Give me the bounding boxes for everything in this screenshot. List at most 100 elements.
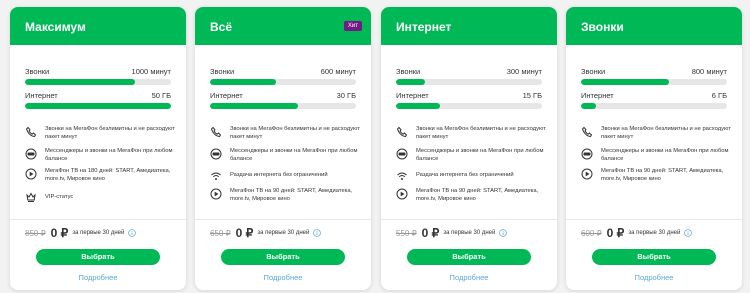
old-price: 550 ₽ — [396, 228, 417, 238]
choose-button[interactable]: Выбрать — [36, 249, 160, 265]
card-title: Максимум — [25, 20, 86, 34]
info-icon[interactable] — [499, 229, 508, 237]
internet-bar — [210, 103, 356, 109]
divider — [195, 219, 371, 220]
minutes-bar-fill — [210, 79, 276, 85]
internet-bar — [581, 103, 727, 109]
feature-item: МегаФон ТВ на 180 дней: START, Амедиатек… — [25, 167, 176, 183]
minutes-meter: Звонки 300 минут — [396, 67, 542, 85]
new-price: 0 ₽ — [235, 226, 254, 240]
price-period: за первые 30 дней — [443, 230, 496, 236]
play-icon — [581, 168, 593, 180]
internet-label: Интернет — [396, 91, 429, 100]
price-block: 600 ₽ 0 ₽ за первые 30 дней — [581, 226, 693, 240]
internet-value: 15 ГБ — [522, 91, 542, 100]
minutes-label: Звонки — [25, 67, 50, 76]
chat-icon — [210, 148, 222, 160]
card-header: Всё Хит — [195, 7, 371, 45]
minutes-meter: Звонки 1000 минут — [25, 67, 171, 85]
info-icon[interactable] — [684, 229, 693, 237]
minutes-value: 800 минут — [691, 67, 727, 76]
details-link[interactable]: Подробнее — [381, 273, 557, 282]
phone-icon — [396, 126, 408, 138]
internet-bar-fill — [581, 103, 596, 109]
tariff-card-all: Всё Хит Звонки 600 минут Интернет 30 ГБ Зв… — [195, 7, 371, 290]
details-link[interactable]: Подробнее — [195, 273, 371, 282]
wifi-icon — [397, 172, 407, 180]
feature-item: Раздача интернета без ограничений — [396, 169, 547, 182]
chat-icon — [396, 148, 408, 160]
feature-item: Мессенджеры и звонки на МегаФон при любо… — [210, 147, 361, 163]
feature-item: Звонки на МегаФон безлимитны и не расход… — [581, 125, 732, 141]
minutes-label: Звонки — [581, 67, 606, 76]
feature-item: МегаФон ТВ на 90 дней: START, Амедиатека… — [396, 187, 547, 203]
internet-meter: Интернет 15 ГБ — [396, 91, 542, 109]
minutes-bar — [25, 79, 171, 85]
play-icon — [25, 168, 37, 180]
feature-item: Раздача интернета без ограничений — [210, 169, 361, 182]
info-icon[interactable] — [313, 229, 322, 237]
minutes-value: 1000 минут — [131, 67, 171, 76]
internet-meter: Интернет 50 ГБ — [25, 91, 171, 109]
feature-item: Звонки на МегаФон безлимитны и не расход… — [210, 125, 361, 141]
crown-icon — [26, 192, 36, 202]
feature-item: Звонки на МегаФон безлимитны и не расход… — [396, 125, 547, 141]
choose-button[interactable]: Выбрать — [407, 249, 531, 265]
internet-label: Интернет — [210, 91, 243, 100]
internet-bar-fill — [25, 103, 171, 109]
internet-bar — [25, 103, 171, 109]
new-price: 0 ₽ — [50, 226, 69, 240]
feature-item: Звонки на МегаФон безлимитны и не расход… — [25, 125, 176, 141]
wifi-icon — [211, 172, 221, 180]
play-icon — [396, 188, 408, 200]
minutes-bar — [581, 79, 727, 85]
price-period: за первые 30 дней — [628, 230, 681, 236]
tariff-card-maximum: Максимум Звонки 1000 минут Интернет 50 ГБ … — [10, 7, 186, 290]
internet-bar — [396, 103, 542, 109]
minutes-value: 600 минут — [320, 67, 356, 76]
feature-item: МегаФон ТВ на 90 дней: START, Амедиатека… — [210, 187, 361, 203]
internet-value: 6 ГБ — [711, 91, 727, 100]
card-title: Звонки — [581, 20, 624, 34]
feature-item: VIP-статус — [25, 190, 176, 203]
choose-button[interactable]: Выбрать — [592, 249, 716, 265]
internet-label: Интернет — [25, 91, 58, 100]
feature-item: Мессенджеры и звонки на МегаФон при любо… — [581, 147, 732, 163]
internet-value: 30 ГБ — [336, 91, 356, 100]
old-price: 850 ₽ — [25, 228, 46, 238]
chat-icon — [581, 148, 593, 160]
price-block: 550 ₽ 0 ₽ за первые 30 дней — [396, 226, 508, 240]
details-link[interactable]: Подробнее — [566, 273, 742, 282]
card-title: Всё — [210, 20, 233, 34]
card-header: Интернет — [381, 7, 557, 45]
price-block: 850 ₽ 0 ₽ за первые 30 дней — [25, 226, 137, 240]
internet-meter: Интернет 6 ГБ — [581, 91, 727, 109]
phone-icon — [210, 126, 222, 138]
old-price: 650 ₽ — [210, 228, 231, 238]
minutes-bar — [396, 79, 542, 85]
phone-icon — [25, 126, 37, 138]
card-title: Интернет — [396, 20, 452, 34]
internet-meter: Интернет 30 ГБ — [210, 91, 356, 109]
details-link[interactable]: Подробнее — [10, 273, 186, 282]
new-price: 0 ₽ — [421, 226, 440, 240]
hit-badge: Хит — [343, 21, 362, 31]
info-icon[interactable] — [128, 229, 137, 237]
minutes-bar — [210, 79, 356, 85]
price-period: за первые 30 дней — [257, 230, 310, 236]
price-block: 650 ₽ 0 ₽ за первые 30 дней — [210, 226, 322, 240]
feature-item: Мессенджеры и звонки на МегаФон при любо… — [396, 147, 547, 163]
internet-label: Интернет — [581, 91, 614, 100]
divider — [10, 219, 186, 220]
internet-bar-fill — [210, 103, 298, 109]
choose-button[interactable]: Выбрать — [221, 249, 345, 265]
phone-icon — [581, 126, 593, 138]
internet-bar-fill — [396, 103, 440, 109]
divider — [566, 219, 742, 220]
minutes-label: Звонки — [210, 67, 235, 76]
minutes-bar-fill — [581, 79, 669, 85]
minutes-bar-fill — [25, 79, 135, 85]
tariff-card-calls: Звонки Звонки 800 минут Интернет 6 ГБ Звон… — [566, 7, 742, 290]
minutes-value: 300 минут — [506, 67, 542, 76]
feature-item: Мессенджеры и звонки на МегаФон при любо… — [25, 147, 176, 163]
